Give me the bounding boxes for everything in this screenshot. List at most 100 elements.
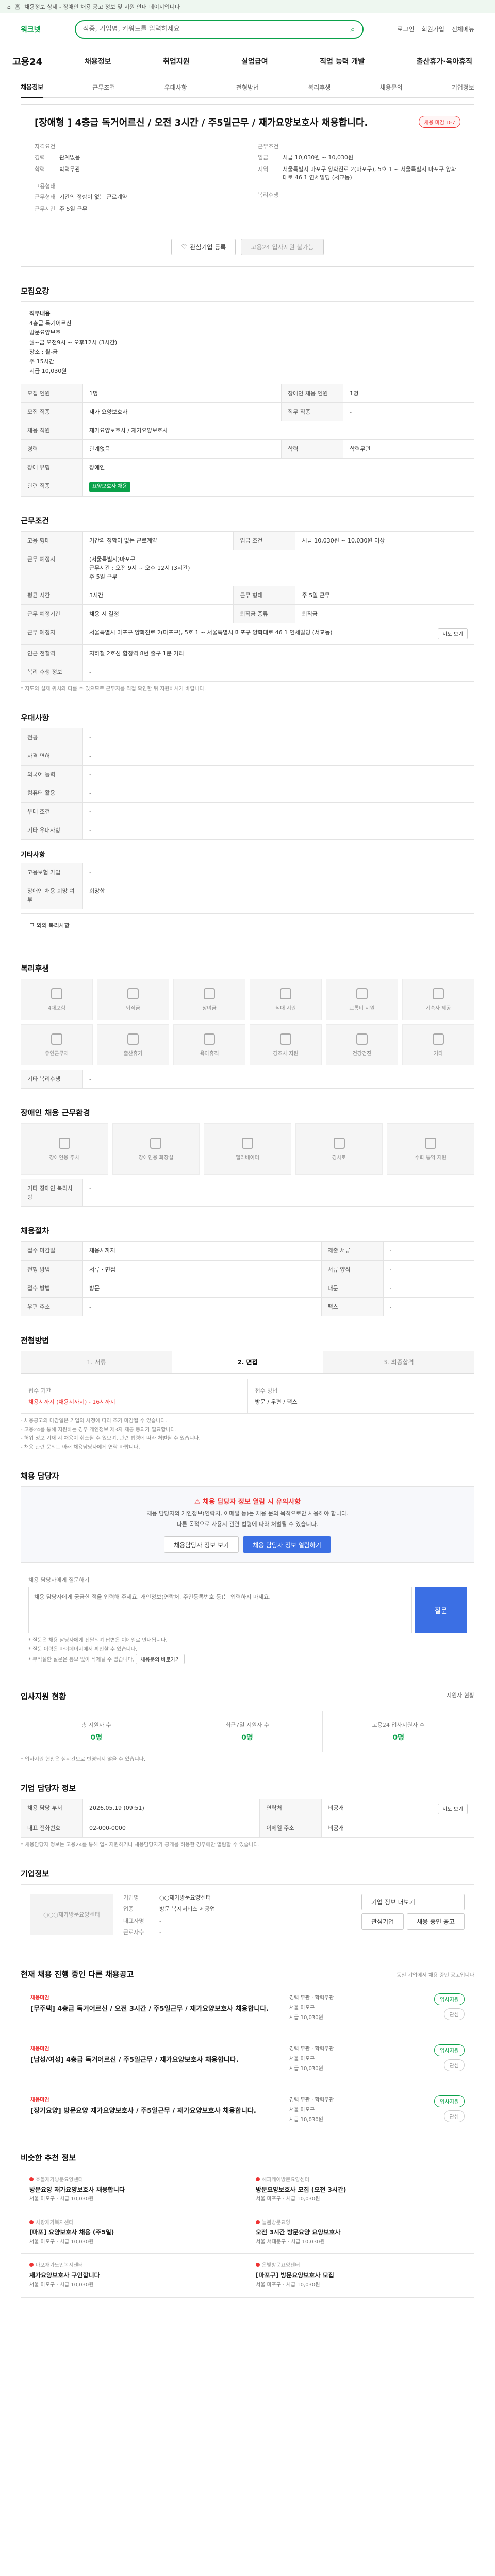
apply-pill[interactable]: 입사지원 (434, 2095, 465, 2107)
recommend-item[interactable]: 늘봄방문요양 오전 3시간 방문요양 요양보호사 서울 서대문구 · 시급 10,0… (248, 2211, 474, 2255)
question-label: 채용 담당자에게 질문하기 (28, 1577, 90, 1584)
rec-title[interactable]: 방문요양보호사 모집 (오전 3시간) (256, 2184, 466, 2195)
rec-title[interactable]: [마포] 요양보호사 채용 (주5일) (29, 2227, 239, 2238)
keyword-tag[interactable]: 요양보호사 채용 (89, 482, 130, 492)
home-icon[interactable]: ⌂ (7, 4, 11, 10)
interest-pill[interactable]: 관심 (443, 2059, 465, 2071)
table-key: 서류 양식 (321, 1260, 384, 1279)
welfare-icon (204, 1033, 215, 1045)
table-key: 기타 우대사항 (21, 821, 83, 840)
job-status: 채용마감 (30, 2046, 50, 2052)
welfare-etc-table: 기타 복리후생 - (21, 1070, 474, 1089)
recruit-section: 모집요강 직무내용 4층급 독거어르신 방문요양보호 월~금 오전9시 ~ 오후… (21, 285, 474, 497)
gnb-item[interactable]: 출산휴가·육아휴직 (417, 56, 472, 66)
search-input[interactable] (82, 25, 345, 33)
gnb-brand[interactable]: 고용24 (12, 55, 54, 68)
welfare-item: 기숙사 제공 (402, 979, 474, 1021)
open-manager-button[interactable]: 채용 담당자 정보 열람하기 (243, 1536, 331, 1553)
section-title: 현재 채용 진행 중인 다른 채용공고 (21, 1969, 134, 1979)
section-title: 기업정보 (21, 1869, 50, 1878)
interest-button[interactable]: ♡ 관심기업 등록 (171, 239, 236, 255)
rec-title[interactable]: [마포구] 방문요양보호사 모집 (256, 2270, 466, 2280)
table-key: 자격 면허 (21, 746, 83, 766)
recommend-item[interactable]: 마포재가노인복지센터 재가요양보호사 구인합니다서울 마포구 · 시급 10,03… (21, 2254, 248, 2297)
gnb-item[interactable]: 취업지원 (163, 56, 190, 66)
job-item-title[interactable]: [남성/여성] 4층급 독거어르신 / 주5일근무 / 재가요양보호사 채용합니… (30, 2055, 279, 2065)
view-manager-button[interactable]: 채용담당자 정보 보기 (164, 1536, 239, 1553)
site-logo[interactable]: 워크넷 (21, 24, 41, 35)
table-value: - (82, 1179, 474, 1207)
tab-item[interactable]: 전형방법 (236, 77, 259, 98)
tab-item[interactable]: 기업정보 (452, 77, 474, 98)
inquiry-link-button[interactable]: 채용문의 바로가기 (136, 1654, 185, 1665)
table-key: 고용 형태 (21, 531, 83, 550)
question-input[interactable] (28, 1587, 412, 1634)
table-row: 모집 인원 1명 장애인 채용 인원 1명 (21, 383, 474, 403)
interest-pill[interactable]: 관심 (443, 2110, 465, 2122)
recommend-item[interactable]: 사랑재가복지센터 [마포] 요양보호사 채용 (주5일) 서울 마포구 · 시급 1… (21, 2211, 248, 2255)
rec-title[interactable]: 방문요양 재가요양보호사 채용합니다 (29, 2184, 239, 2195)
kv-value: 기간의 정함이 없는 근로계약 (59, 194, 127, 200)
rec-company: 해피케어방문요양센터 (262, 2177, 309, 2183)
welfare-label: 복리후생 (258, 191, 279, 198)
tab-item[interactable]: 채용정보 (21, 76, 44, 98)
login-link[interactable]: 로그인 (398, 25, 415, 33)
kv-value: 방문 복지서비스 제공업 (159, 1906, 216, 1913)
menu-all-link[interactable]: 전체메뉴 (452, 25, 474, 33)
tab-item[interactable]: 복리후생 (308, 77, 331, 98)
question-submit-button[interactable]: 질문 (415, 1587, 467, 1634)
rec-company-row: 마포재가노인복지센터 (29, 2261, 239, 2270)
top-home-label[interactable]: 홈 (15, 3, 20, 11)
job-item-title[interactable]: [무주택] 4층급 독거어르신 / 오전 3시간 / 주5일근무 / 재가요양보… (30, 2004, 279, 2014)
status-more-link[interactable]: 지원자 현황 (447, 1691, 474, 1707)
recommend-item[interactable]: 해피케어방문요양센터 방문요양보호사 모집 (오전 3시간) 서울 마포구 · 시급… (248, 2168, 474, 2212)
etc-box: 그 외의 복리사항 (21, 913, 474, 945)
gnb-item[interactable]: 실업급여 (241, 56, 268, 66)
rec-company: 효돌재가방문요양센터 (36, 2177, 83, 2183)
job-status: 채용마감 (30, 1995, 50, 2001)
job-item-title[interactable]: [장기요양] 방문요양 재가요양보호사 / 주5일근무 / 재가요양보호사 채용… (30, 2106, 279, 2116)
manager-map-button[interactable]: 지도 보기 (438, 1803, 468, 1814)
manager-table: 채용 담당 부서 2026.05.19 (09:51) 연락처 비공개 지도 보기 대… (21, 1798, 474, 1838)
section-title: 모집요강 (21, 286, 50, 296)
join-link[interactable]: 회원가입 (422, 25, 444, 33)
disability-item: 장애인용 주차 (21, 1123, 108, 1175)
interest-label: 관심기업 등록 (190, 243, 226, 251)
table-key: 채용 직원 (21, 420, 83, 440)
table-value: - (383, 1260, 475, 1279)
rec-title[interactable]: 오전 3시간 방문요양 요양보호사 (256, 2227, 466, 2238)
apply-disabled-button[interactable]: 고용24 입사지원 불가능 (241, 239, 324, 255)
table-key: 인근 전철역 (21, 643, 83, 663)
tab-item[interactable]: 우대사항 (164, 77, 187, 98)
inquiry-section: 채용 담당자 ⚠ 채용 담당자 정보 열람 시 유의사항 채용 담당자의 개인정… (21, 1470, 474, 1672)
list-item[interactable]: 채용마감 [남성/여성] 4층급 독거어르신 / 주5일근무 / 재가요양보호사 … (21, 2035, 474, 2082)
heart-icon: ♡ (181, 243, 187, 250)
list-item[interactable]: 채용마감 [장기요양] 방문요양 재가요양보호사 / 주5일근무 / 재가요양보호… (21, 2086, 474, 2133)
tab-item[interactable]: 근무조건 (92, 77, 115, 98)
recommend-item[interactable]: 은빛방문요양센터 [마포구] 방문요양보호사 모집 서울 마포구 · 시급 10,0… (248, 2254, 474, 2297)
gnb-item[interactable]: 직업 능력 개발 (320, 56, 365, 66)
table-key: 접수 마감일 (21, 1241, 83, 1261)
table-key: 채용 담당 부서 (21, 1798, 83, 1819)
gnb-item[interactable]: 채용정보 (85, 56, 111, 66)
map-button[interactable]: 지도 보기 (438, 628, 468, 639)
apply-pill[interactable]: 입사지원 (434, 1993, 465, 2005)
prefer-table: 전공 - 자격 면허 - 외국어 능력 - 컴퓨터 활용 - 우대 조건 - 기타 우대사… (21, 727, 474, 840)
apply-pill[interactable]: 입사지원 (434, 2044, 465, 2056)
table-key: 경력 (21, 439, 83, 459)
tab-item[interactable]: 채용문의 (380, 77, 402, 98)
interest-pill[interactable]: 관심 (443, 2008, 465, 2020)
status-item: 고용24 입사지원자 수 0명 (323, 1711, 474, 1752)
company-follow-button[interactable]: 관심기업 (361, 1913, 404, 1930)
rec-detail: 서울 마포구 · 시급 10,030원 (29, 2282, 94, 2288)
prefer-section: 우대사항 전공 - 자격 면허 - 외국어 능력 - 컴퓨터 활용 - 우대 조건 - 기… (21, 712, 474, 945)
table-value: - (82, 662, 474, 682)
company-more-button[interactable]: 기업 정보 더보기 (361, 1893, 465, 1910)
search-icon[interactable]: ⌕ (351, 24, 355, 35)
recommend-item[interactable]: 효돌재가방문요양센터 방문요양 재가요양보호사 채용합니다 서울 마포구 · 시급 … (21, 2168, 248, 2212)
rec-title[interactable]: 재가요양보호사 구인합니다 (29, 2270, 239, 2280)
list-item[interactable]: 채용마감 [무주택] 4층급 독거어르신 / 오전 3시간 / 주5일근무 / 재… (21, 1984, 474, 2031)
table-key: 전공 (21, 727, 83, 747)
table-value: 비공개 (321, 1818, 474, 1838)
company-jobs-button[interactable]: 채용 중인 공고 (407, 1913, 465, 1930)
